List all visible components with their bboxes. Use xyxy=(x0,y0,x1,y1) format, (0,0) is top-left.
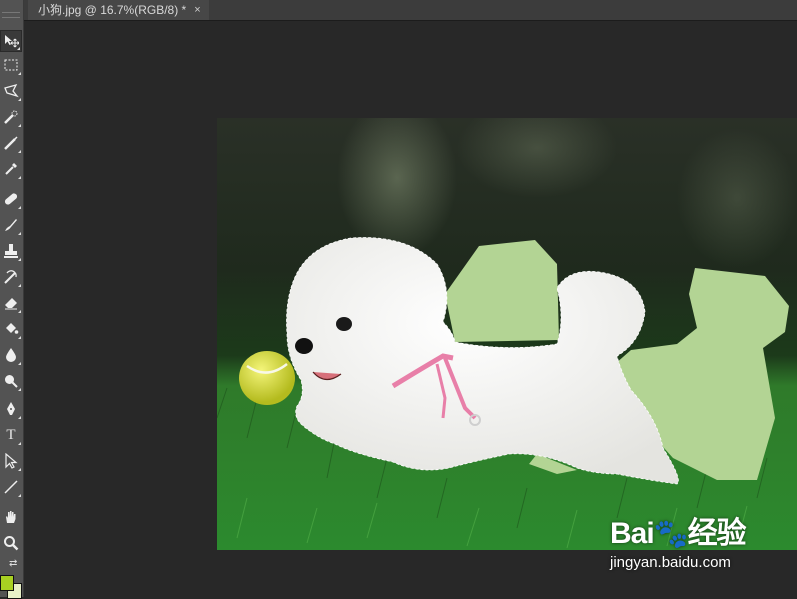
lasso-icon xyxy=(4,83,19,98)
baidu-watermark: Bai🐾经验 jingyan.baidu.com xyxy=(610,508,790,588)
eyedropper-icon xyxy=(5,163,17,175)
rect-marquee-icon xyxy=(4,59,18,71)
paint-bucket-tool[interactable] xyxy=(0,318,22,340)
paint-bucket-icon xyxy=(6,323,19,334)
brush-icon xyxy=(5,219,17,231)
panel-grip[interactable] xyxy=(2,12,20,18)
quick-selection-tool[interactable] xyxy=(0,106,22,128)
hand-icon xyxy=(6,511,16,523)
dodge-tool[interactable] xyxy=(0,370,22,392)
foreground-color-swatch[interactable] xyxy=(0,575,14,591)
healing-brush-tool[interactable] xyxy=(0,188,22,210)
paw-icon: 🐾 xyxy=(653,518,689,549)
baidu-logo: Bai🐾经验 xyxy=(610,517,747,550)
arrow-icon xyxy=(5,453,18,469)
quick-selection-icon xyxy=(4,110,18,124)
tools-panel: T ⇄ xyxy=(0,0,24,599)
document-tab[interactable]: 小狗.jpg @ 16.7%(RGB/8) * × xyxy=(28,0,209,20)
line-icon xyxy=(4,480,18,494)
watermark-url: jingyan.baidu.com xyxy=(610,554,731,571)
document-canvas[interactable] xyxy=(217,118,797,550)
history-brush-icon xyxy=(4,270,17,284)
document-tab-bar: 小狗.jpg @ 16.7%(RGB/8) * × xyxy=(24,0,797,21)
type-icon: T xyxy=(6,426,16,443)
pen-icon xyxy=(7,402,15,415)
path-selection-tool[interactable] xyxy=(0,450,22,472)
drop-icon xyxy=(6,348,16,362)
close-icon[interactable]: × xyxy=(194,0,200,20)
document-image xyxy=(217,118,797,550)
swap-colors-icon[interactable]: ⇄ xyxy=(9,558,17,569)
pen-tool[interactable] xyxy=(0,398,22,420)
line-tool[interactable] xyxy=(0,476,22,498)
marquee-tool[interactable] xyxy=(0,54,22,76)
crop-tool[interactable] xyxy=(0,132,22,154)
stamp-icon xyxy=(4,244,18,258)
lasso-tool[interactable] xyxy=(0,80,22,102)
type-tool[interactable]: T xyxy=(0,424,22,446)
zoom-tool[interactable] xyxy=(0,532,22,554)
clone-stamp-tool[interactable] xyxy=(0,240,22,262)
crop-icon xyxy=(4,136,18,150)
hand-tool[interactable] xyxy=(0,506,22,528)
eraser-tool[interactable] xyxy=(0,292,22,314)
dodge-icon xyxy=(5,375,18,388)
eyedropper-tool[interactable] xyxy=(0,158,22,180)
history-brush-tool[interactable] xyxy=(0,266,22,288)
brush-tool[interactable] xyxy=(0,214,22,236)
document-tab-title: 小狗.jpg @ 16.7%(RGB/8) * xyxy=(38,3,187,17)
bandage-icon xyxy=(4,193,18,205)
magnifier-icon xyxy=(4,536,19,551)
move-tool[interactable] xyxy=(0,30,22,52)
eraser-icon xyxy=(5,298,17,310)
blur-tool[interactable] xyxy=(0,344,22,366)
